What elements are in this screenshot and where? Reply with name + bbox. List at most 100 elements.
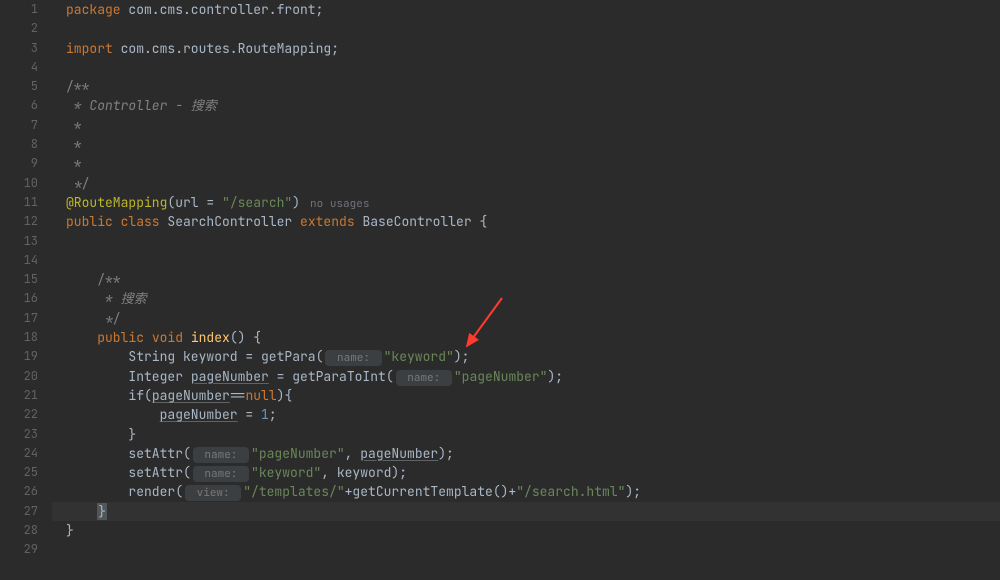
code-text: == — [230, 387, 246, 404]
code-line[interactable]: public class SearchController extends Ba… — [52, 212, 1000, 231]
line-number: 16 — [0, 289, 38, 308]
comment: /** — [66, 271, 121, 288]
code-text: , keyword); — [321, 464, 407, 481]
code-line[interactable]: * Controller - 搜索 — [52, 96, 1000, 115]
line-number: 21 — [0, 386, 38, 405]
code-line[interactable]: String keyword = getPara( name: "keyword… — [52, 347, 1000, 366]
line-number: 29 — [0, 540, 38, 559]
string-literal: "/search.html" — [516, 483, 625, 500]
line-number-gutter: 1234567891011121314151617181920212223242… — [0, 0, 52, 580]
code-editor[interactable]: 1234567891011121314151617181920212223242… — [0, 0, 1000, 580]
comment: * — [66, 117, 82, 134]
comment: * Controller - 搜索 — [66, 97, 217, 114]
code-text: String keyword = getPara( — [66, 348, 323, 365]
line-number: 26 — [0, 482, 38, 501]
import-path: com.cms.routes.RouteMapping — [121, 40, 332, 57]
line-number: 11 — [0, 193, 38, 212]
code-text: setAttr( — [66, 464, 191, 481]
code-text: } — [66, 426, 136, 443]
param-hint: name: — [396, 370, 452, 386]
code-line[interactable]: Integer pageNumber = getParaToInt( name:… — [52, 367, 1000, 386]
line-number: 8 — [0, 135, 38, 154]
variable: pageNumber — [152, 387, 230, 404]
base-class: BaseController { — [362, 213, 487, 230]
code-line[interactable]: pageNumber = 1; — [52, 405, 1000, 424]
line-number: 24 — [0, 444, 38, 463]
code-line[interactable]: setAttr( name: "pageNumber", pageNumber)… — [52, 444, 1000, 463]
code-line[interactable]: * — [52, 135, 1000, 154]
keyword-public: public — [66, 213, 121, 230]
code-line[interactable]: */ — [52, 309, 1000, 328]
code-area[interactable]: package com.cms.controller.front; import… — [52, 0, 1000, 580]
caret: } — [97, 503, 107, 520]
code-text: setAttr( — [66, 445, 191, 462]
param-hint: view: — [185, 485, 241, 501]
usages-hint[interactable]: no usages — [310, 197, 369, 211]
line-number: 23 — [0, 425, 38, 444]
code-line[interactable]: setAttr( name: "keyword", keyword); — [52, 463, 1000, 482]
keyword-void: void — [152, 329, 191, 346]
code-line[interactable]: public void index() { — [52, 328, 1000, 347]
line-number: 2 — [0, 19, 38, 38]
code-line[interactable]: import com.cms.routes.RouteMapping; — [52, 39, 1000, 58]
code-line[interactable]: render( view: "/templates/"+getCurrentTe… — [52, 482, 1000, 501]
line-number: 1 — [0, 0, 38, 19]
line-number: 4 — [0, 58, 38, 77]
line-number: 7 — [0, 116, 38, 135]
code-line[interactable]: package com.cms.controller.front; — [52, 0, 1000, 19]
code-line[interactable]: /** — [52, 270, 1000, 289]
keyword-import: import — [66, 40, 121, 57]
line-number: 3 — [0, 39, 38, 58]
keyword-null: null — [245, 387, 276, 404]
code-line[interactable] — [52, 19, 1000, 38]
code-line[interactable]: if(pageNumber==null){ — [52, 386, 1000, 405]
string-literal: "/templates/" — [243, 483, 344, 500]
code-line[interactable]: } — [52, 425, 1000, 444]
string-literal: "/search" — [222, 194, 292, 211]
code-line[interactable]: * 搜索 — [52, 289, 1000, 308]
line-number: 14 — [0, 251, 38, 270]
method-signature: () { — [230, 329, 261, 346]
code-text: , — [345, 445, 361, 462]
method-name: index — [191, 329, 230, 346]
variable: pageNumber — [191, 368, 269, 385]
keyword-public: public — [66, 329, 152, 346]
comment: /** — [66, 78, 89, 95]
comment: */ — [66, 175, 89, 192]
line-number: 28 — [0, 521, 38, 540]
param-hint: name: — [193, 466, 249, 482]
code-line[interactable] — [52, 232, 1000, 251]
code-line[interactable] — [52, 58, 1000, 77]
code-text: if( — [66, 387, 152, 404]
code-text: ); — [438, 445, 454, 462]
line-number: 15 — [0, 270, 38, 289]
line-number: 19 — [0, 347, 38, 366]
code-line[interactable]: * — [52, 116, 1000, 135]
line-number: 18 — [0, 328, 38, 347]
annotation-params: (url = — [167, 194, 222, 211]
keyword-package: package — [66, 1, 128, 18]
semicolon: ; — [331, 40, 339, 57]
string-literal: "pageNumber" — [454, 368, 548, 385]
code-line[interactable]: */ — [52, 174, 1000, 193]
param-hint: name: — [193, 447, 249, 463]
code-text — [66, 503, 97, 520]
line-number: 22 — [0, 405, 38, 424]
code-text: = — [238, 406, 261, 423]
code-line[interactable]: } — [52, 521, 1000, 540]
comment: * — [66, 136, 82, 153]
code-line[interactable]: @RouteMapping(url = "/search")no usages — [52, 193, 1000, 212]
line-number: 25 — [0, 463, 38, 482]
line-number: 17 — [0, 309, 38, 328]
param-hint: name: — [325, 350, 381, 366]
code-line[interactable]: /** — [52, 77, 1000, 96]
code-line[interactable] — [52, 540, 1000, 559]
code-text: +getCurrentTemplate()+ — [345, 483, 517, 500]
code-text: ); — [454, 348, 470, 365]
code-line[interactable]: * — [52, 154, 1000, 173]
comment: */ — [66, 310, 121, 327]
code-line-current[interactable]: } — [52, 502, 1000, 521]
line-number: 13 — [0, 232, 38, 251]
code-line[interactable] — [52, 251, 1000, 270]
number-literal: 1 — [261, 406, 269, 423]
